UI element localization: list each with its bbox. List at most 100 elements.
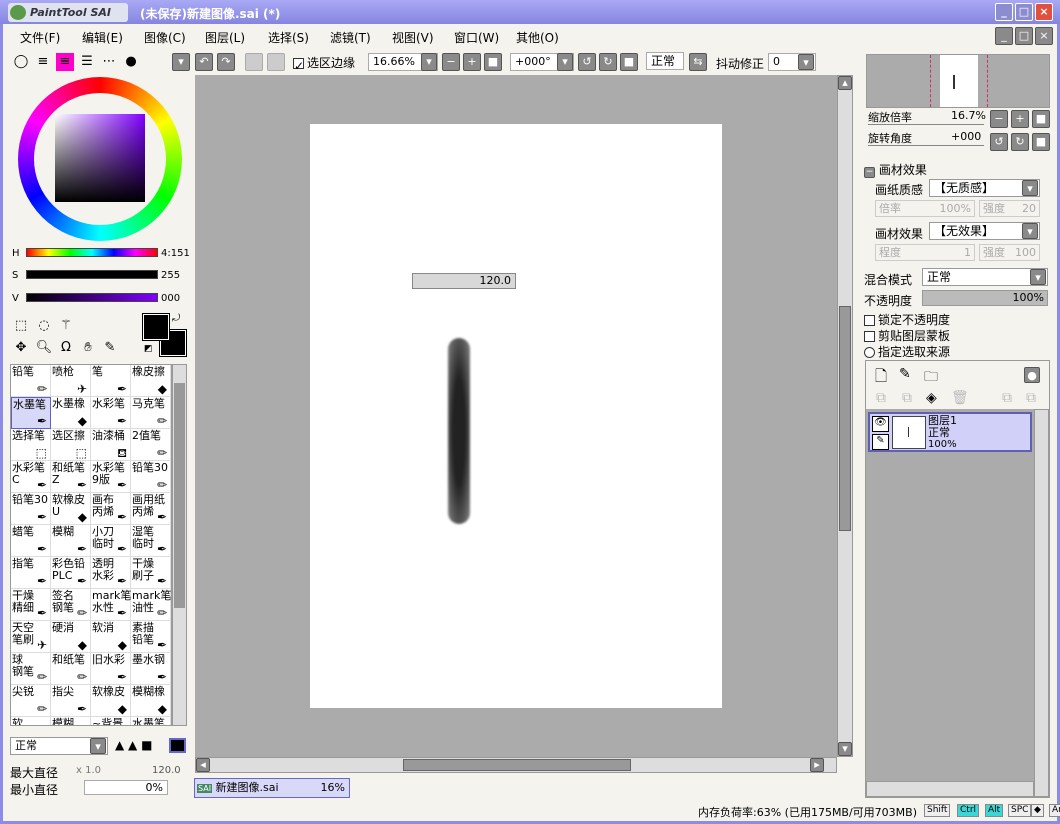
nav-rotate-reset[interactable]: ■ — [1032, 133, 1050, 151]
close-button[interactable]: × — [1035, 3, 1053, 21]
nav-rotate-value[interactable]: +000 — [951, 130, 981, 143]
nav-rotate-right[interactable]: ↻ — [1011, 133, 1029, 151]
brush-23[interactable]: 湿笔 临时 ✒ — [131, 525, 171, 557]
menu-window[interactable]: 窗口(W) — [454, 29, 499, 46]
menu-edit[interactable]: 编辑(E) — [82, 29, 123, 46]
move-icon[interactable]: ✥ — [12, 339, 30, 357]
canvas-paper[interactable] — [310, 124, 722, 708]
brush-13[interactable]: 和纸笔 Z ✒ — [51, 461, 91, 493]
redo-button[interactable]: ↷ — [217, 53, 235, 71]
hue-slider[interactable] — [26, 248, 158, 257]
brush-43[interactable]: 模糊橡 ◆ — [131, 685, 171, 717]
view-mode-button[interactable]: 正常 — [646, 52, 684, 70]
doc-close-button[interactable]: × — [1035, 27, 1053, 45]
brush-8[interactable]: 选择笔 ⬚ — [11, 429, 51, 461]
brush-39[interactable]: 墨水钢 ✒ — [131, 653, 171, 685]
deselect-button[interactable] — [245, 53, 263, 71]
rotate-right-button[interactable]: ↻ — [599, 53, 617, 71]
brush-24[interactable]: 指笔 ✒ — [11, 557, 51, 589]
lasso-icon[interactable]: ◌ — [35, 317, 53, 335]
menu-image[interactable]: 图像(C) — [144, 29, 186, 46]
panel-menu-button[interactable]: ▾ — [172, 53, 190, 71]
scroll-up[interactable]: ▴ — [838, 76, 852, 90]
brush-effect-dropdown[interactable]: 【无效果】 ▾ — [929, 222, 1040, 240]
brush-41[interactable]: 指尖 ✒ — [51, 685, 91, 717]
scroll-thumb[interactable] — [174, 383, 185, 608]
dropdown-arrow[interactable]: ▾ — [90, 738, 106, 754]
brush-42[interactable]: 软橡皮 ◆ — [91, 685, 131, 717]
rotate-left-button[interactable]: ↺ — [578, 53, 596, 71]
layer-item[interactable]: 👁︎ ✎ 图层1 正常 100% — [868, 412, 1032, 452]
nav-zoom-out[interactable]: − — [990, 110, 1008, 128]
flip-button[interactable]: ⇆ — [689, 53, 707, 71]
brush-21[interactable]: 模糊 ✒ — [51, 525, 91, 557]
brush-46[interactable]: ~背景 — [91, 717, 131, 725]
brush-47[interactable]: 水墨笔 — [131, 717, 171, 725]
brush-31[interactable]: mark笔 油性 ✏ — [131, 589, 171, 621]
saturation-value-square[interactable] — [55, 114, 145, 202]
zoom-icon[interactable]: 🔍︎ — [35, 339, 53, 357]
brush-11[interactable]: 2值笔 ✏ — [131, 429, 171, 461]
layer-mask-icon[interactable]: ● — [1024, 367, 1040, 383]
new-folder-icon[interactable]: 🗀 — [924, 366, 938, 390]
zoom-dropdown[interactable]: ▾ — [421, 53, 437, 71]
scroll-thumb[interactable] — [403, 759, 631, 771]
canvas-hscroll[interactable]: ◂ ▸ — [195, 757, 837, 773]
menu-file[interactable]: 文件(F) — [20, 29, 60, 46]
nav-rotate-left[interactable]: ↺ — [990, 133, 1008, 151]
canvas-vscroll[interactable]: ▴ ▾ — [837, 75, 853, 757]
selection-source-radio[interactable]: 指定选取来源 — [864, 343, 950, 360]
clear-layer-icon[interactable]: ◈ — [926, 390, 937, 406]
hand-icon[interactable]: ✋︎ — [79, 339, 97, 357]
dropdown-arrow[interactable]: ▾ — [1022, 223, 1038, 239]
magic-wand-icon[interactable]: ⚚ — [57, 317, 75, 335]
primary-color-swatch[interactable] — [142, 313, 170, 341]
max-size-multiplier[interactable]: x 1.0 — [76, 765, 101, 776]
visibility-eye-icon[interactable]: 👁︎ — [872, 416, 889, 432]
selection-edge-toggle[interactable]: ✓ 选区边缘 — [293, 54, 355, 73]
nav-zoom-reset[interactable]: ■ — [1032, 110, 1050, 128]
brush-10[interactable]: 油漆桶 ⛾ — [91, 429, 131, 461]
document-tab[interactable]: SAI 新建图像.sai 16% — [194, 778, 350, 798]
brush-5[interactable]: 水墨橡 ◆ — [51, 397, 91, 429]
menu-filter[interactable]: 滤镜(T) — [330, 29, 371, 46]
scratchpad-icon[interactable]: ● — [122, 53, 140, 71]
brush-33[interactable]: 硬消 ◆ — [51, 621, 91, 653]
rect-select-icon[interactable]: ⬚ — [12, 317, 30, 335]
palette-icon[interactable]: ⋯ — [100, 53, 118, 71]
rgb-slider-icon[interactable]: ≡ — [34, 53, 52, 71]
brush-26[interactable]: 透明 水彩 ✒ — [91, 557, 131, 589]
scroll-thumb[interactable] — [839, 306, 851, 531]
scroll-down[interactable]: ▾ — [838, 742, 852, 756]
brush-29[interactable]: 签名 钢笔 ✏ — [51, 589, 91, 621]
layer-hscroll[interactable] — [866, 781, 1034, 797]
brush-7[interactable]: 马克笔 ✏ — [131, 397, 171, 429]
undo-button[interactable]: ↶ — [195, 53, 213, 71]
nav-zoom-in[interactable]: + — [1011, 110, 1029, 128]
zoom-in-button[interactable]: + — [463, 53, 481, 71]
rotation-dropdown[interactable]: ▾ — [557, 53, 573, 71]
brush-12[interactable]: 水彩笔 C ✒ — [11, 461, 51, 493]
swap-colors-icon[interactable]: ⤾ — [172, 313, 180, 324]
rotate-reset-button[interactable]: ■ — [620, 53, 638, 71]
scroll-right[interactable]: ▸ — [810, 758, 824, 772]
brush-32[interactable]: 天空 笔刷 ✈ — [11, 621, 51, 653]
eyedropper-icon[interactable]: ✎ — [101, 339, 119, 357]
brush-34[interactable]: 软消 ◆ — [91, 621, 131, 653]
pen-lock-icon[interactable]: ✎ — [872, 434, 889, 450]
zoom-reset-button[interactable]: ■ — [484, 53, 502, 71]
brush-1[interactable]: 喷枪 ✈ — [51, 365, 91, 397]
brush-6[interactable]: 水彩笔 ✒ — [91, 397, 131, 429]
paper-texture-dropdown[interactable]: 【无质感】 ▾ — [929, 179, 1040, 197]
minimize-button[interactable]: _ — [995, 3, 1013, 21]
doc-restore-button[interactable]: □ — [1015, 27, 1033, 45]
brush-37[interactable]: 和纸笔 ✏ — [51, 653, 91, 685]
layer-blend-dropdown[interactable]: 正常 ▾ — [922, 268, 1048, 286]
brush-36[interactable]: 球 钢笔 ✏ — [11, 653, 51, 685]
lock-opacity-checkbox[interactable]: 锁定不透明度 — [864, 311, 950, 328]
brush-18[interactable]: 画布 丙烯 ✒ — [91, 493, 131, 525]
swatches-icon[interactable]: ☰ — [78, 53, 96, 71]
invert-selection-button[interactable] — [267, 53, 285, 71]
brush-shape-icons[interactable]: ▲ ▲ ■ — [115, 738, 152, 752]
nav-rotate-slider[interactable] — [868, 145, 984, 146]
